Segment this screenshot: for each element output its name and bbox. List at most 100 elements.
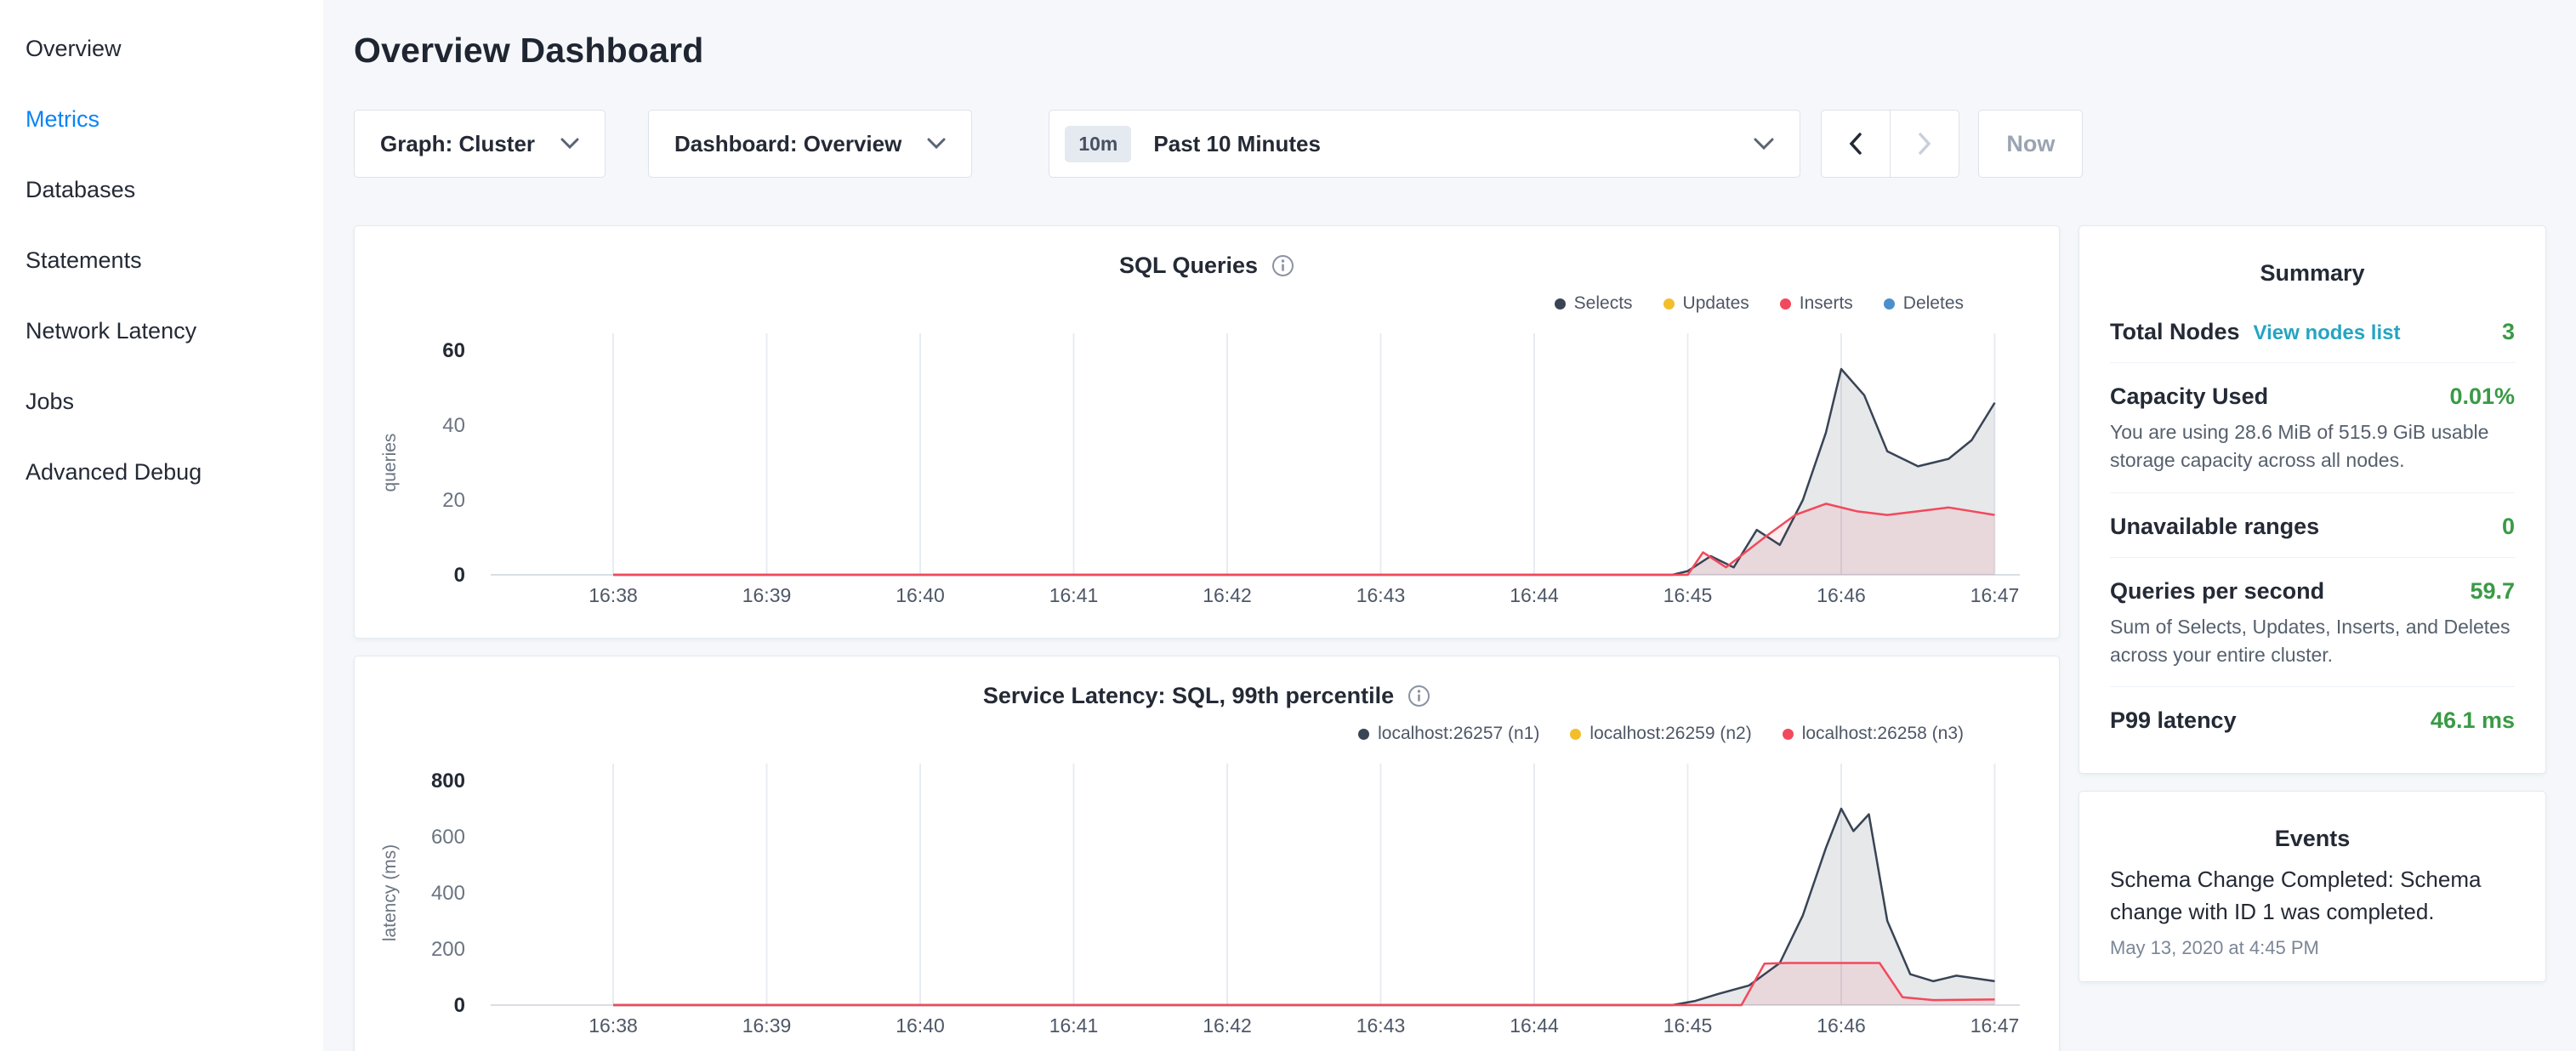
sql-queries-chart: queries 16:3816:3916:4016:4116:4216:4316…: [355, 321, 2059, 625]
legend-dot-icon: [1663, 298, 1675, 310]
legend-label: localhost:26258 (n3): [1802, 724, 1964, 744]
svg-text:0: 0: [454, 564, 465, 587]
legend-item[interactable]: Selects: [1555, 293, 1633, 314]
svg-text:16:38: 16:38: [589, 1014, 638, 1037]
y-axis-unit-label: queries: [380, 434, 401, 492]
summary-title: Summary: [2110, 260, 2515, 287]
chart-legend: Selects Updates Inserts Deletes: [355, 291, 2059, 316]
svg-text:16:46: 16:46: [1817, 584, 1866, 606]
events-title: Events: [2110, 826, 2515, 852]
time-forward-button[interactable]: [1890, 110, 1959, 178]
time-back-button[interactable]: [1821, 110, 1891, 178]
legend-dot-icon: [1780, 298, 1791, 310]
summary-label: Queries per second: [2110, 578, 2324, 605]
event-timestamp: May 13, 2020 at 4:45 PM: [2110, 937, 2515, 959]
summary-label: Capacity Used: [2110, 383, 2268, 410]
info-icon[interactable]: [1271, 254, 1294, 277]
chevron-down-icon: [927, 138, 946, 150]
legend-item[interactable]: Updates: [1663, 293, 1749, 314]
summary-label: Unavailable ranges: [2110, 514, 2319, 540]
chevron-down-icon: [560, 138, 579, 150]
legend-label: Updates: [1683, 293, 1749, 314]
sql-queries-chart-card: SQL Queries Selects Updates Inserts Deletes…: [354, 225, 2060, 639]
summary-row-capacity-used: Capacity Used 0.01% You are using 28.6 M…: [2110, 363, 2515, 493]
svg-text:40: 40: [442, 414, 465, 437]
legend-dot-icon: [1783, 729, 1794, 740]
sidebar: Overview Metrics Databases Statements Ne…: [0, 0, 323, 1051]
summary-row-p99-latency: P99 latency 46.1 ms: [2110, 687, 2515, 751]
summary-description: You are using 28.6 MiB of 515.9 GiB usab…: [2110, 418, 2515, 475]
sidebar-item-databases[interactable]: Databases: [0, 155, 323, 225]
dashboard-content: SQL Queries Selects Updates Inserts Deletes…: [354, 225, 2576, 1051]
dashboard-dropdown[interactable]: Dashboard: Overview: [648, 110, 972, 178]
right-column: Summary Total Nodes View nodes list 3 Ca…: [2078, 225, 2546, 999]
sidebar-item-advanced-debug[interactable]: Advanced Debug: [0, 437, 323, 508]
event-message: Schema Change Completed: Schema change w…: [2110, 864, 2515, 928]
summary-row-queries-per-second: Queries per second 59.7 Sum of Selects, …: [2110, 558, 2515, 688]
svg-text:16:40: 16:40: [896, 1014, 945, 1037]
legend-item[interactable]: localhost:26259 (n2): [1570, 724, 1751, 744]
svg-text:400: 400: [431, 882, 465, 905]
main-content: Overview Dashboard Graph: Cluster Dashbo…: [323, 0, 2576, 1051]
svg-text:60: 60: [442, 339, 465, 362]
graph-scope-dropdown[interactable]: Graph: Cluster: [354, 110, 606, 178]
legend-item[interactable]: localhost:26258 (n3): [1783, 724, 1964, 744]
svg-text:20: 20: [442, 489, 465, 512]
legend-label: localhost:26259 (n2): [1589, 724, 1751, 744]
view-nodes-list-link[interactable]: View nodes list: [2254, 321, 2401, 345]
time-window-label: Past 10 Minutes: [1153, 131, 1754, 157]
chevron-down-icon: [1754, 138, 1774, 151]
time-step-buttons: [1821, 110, 1959, 178]
svg-text:16:42: 16:42: [1203, 584, 1252, 606]
svg-text:16:46: 16:46: [1817, 1014, 1866, 1037]
legend-dot-icon: [1570, 729, 1581, 740]
svg-text:16:41: 16:41: [1049, 584, 1099, 606]
events-panel: Events Schema Change Completed: Schema c…: [2078, 791, 2546, 981]
time-window-dropdown[interactable]: 10m Past 10 Minutes: [1049, 110, 1800, 178]
y-axis-unit-label: latency (ms): [380, 844, 401, 941]
svg-text:16:45: 16:45: [1663, 1014, 1713, 1037]
summary-panel: Summary Total Nodes View nodes list 3 Ca…: [2078, 225, 2546, 774]
svg-text:16:41: 16:41: [1049, 1014, 1099, 1037]
svg-text:16:44: 16:44: [1510, 1014, 1559, 1037]
legend-item[interactable]: Deletes: [1884, 293, 1964, 314]
now-button[interactable]: Now: [1978, 110, 2083, 178]
chart-legend: localhost:26257 (n1) localhost:26259 (n2)…: [355, 721, 2059, 747]
summary-value: 3: [2502, 319, 2515, 345]
chevron-left-icon: [1849, 133, 1862, 155]
sidebar-item-overview[interactable]: Overview: [0, 14, 323, 84]
svg-text:16:42: 16:42: [1203, 1014, 1252, 1037]
sidebar-item-metrics[interactable]: Metrics: [0, 84, 323, 155]
svg-text:200: 200: [431, 938, 465, 961]
service-latency-chart-card: Service Latency: SQL, 99th percentile lo…: [354, 656, 2060, 1051]
info-icon[interactable]: [1407, 685, 1430, 707]
legend-label: Selects: [1574, 293, 1633, 314]
summary-label: Total Nodes: [2110, 319, 2240, 345]
svg-text:800: 800: [431, 770, 465, 793]
sidebar-item-jobs[interactable]: Jobs: [0, 366, 323, 437]
svg-text:16:45: 16:45: [1663, 584, 1713, 606]
summary-row-unavailable-ranges: Unavailable ranges 0: [2110, 493, 2515, 558]
svg-text:16:43: 16:43: [1356, 1014, 1406, 1037]
legend-dot-icon: [1555, 298, 1566, 310]
app-root: Overview Metrics Databases Statements Ne…: [0, 0, 2576, 1051]
chart-title: SQL Queries: [1119, 253, 1258, 279]
svg-text:16:39: 16:39: [742, 1014, 792, 1037]
summary-description: Sum of Selects, Updates, Inserts, and De…: [2110, 613, 2515, 670]
sidebar-item-network-latency[interactable]: Network Latency: [0, 296, 323, 366]
legend-label: Deletes: [1903, 293, 1964, 314]
legend-item[interactable]: localhost:26257 (n1): [1358, 724, 1539, 744]
charts-column: SQL Queries Selects Updates Inserts Deletes…: [354, 225, 2060, 1051]
summary-row-total-nodes: Total Nodes View nodes list 3: [2110, 298, 2515, 363]
svg-text:16:39: 16:39: [742, 584, 792, 606]
page-title: Overview Dashboard: [354, 31, 2576, 71]
sidebar-item-statements[interactable]: Statements: [0, 225, 323, 296]
svg-text:16:43: 16:43: [1356, 584, 1406, 606]
summary-value: 0.01%: [2449, 383, 2515, 410]
controls-bar: Graph: Cluster Dashboard: Overview 10m P…: [354, 110, 2576, 178]
svg-text:600: 600: [431, 826, 465, 849]
event-item: Schema Change Completed: Schema change w…: [2110, 864, 2515, 958]
legend-item[interactable]: Inserts: [1780, 293, 1853, 314]
svg-text:16:44: 16:44: [1510, 584, 1559, 606]
service-latency-chart: latency (ms) 16:38 16:39 16:40 16:41 16:42 16…: [355, 752, 2059, 1051]
